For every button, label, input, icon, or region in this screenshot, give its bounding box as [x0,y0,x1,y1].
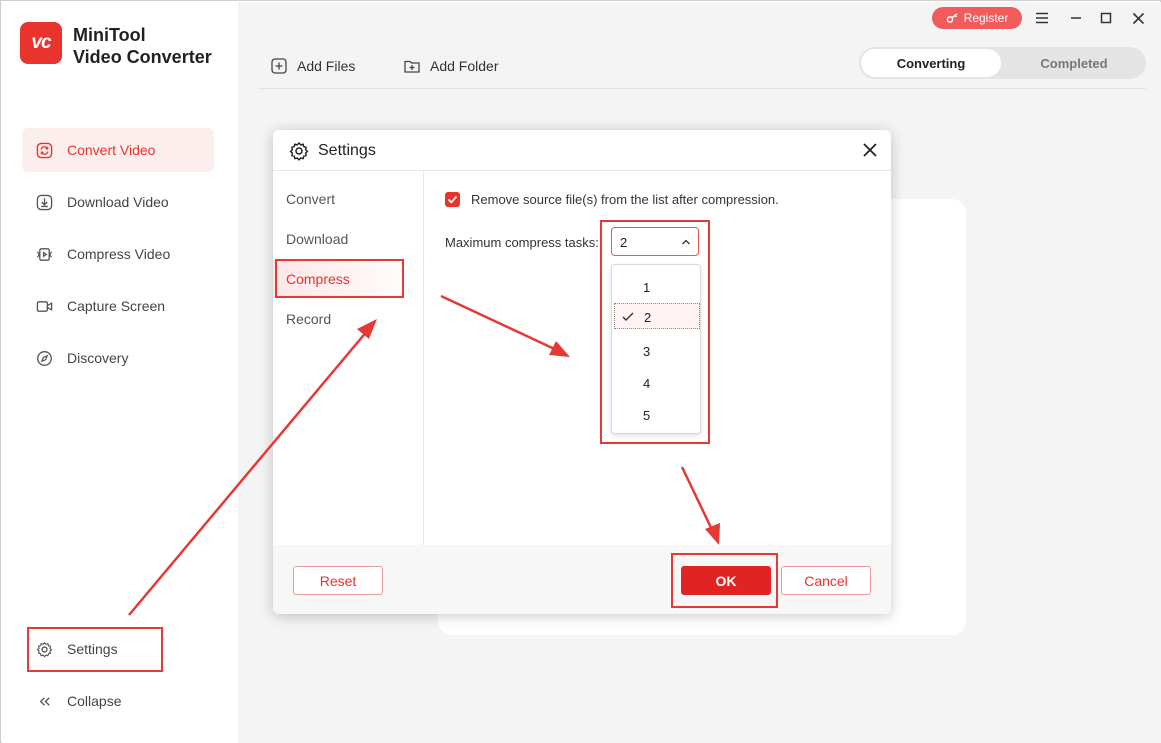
tab-converting[interactable]: Converting [861,49,1001,77]
camera-icon [35,297,53,315]
status-segmented-control: Converting Completed [859,47,1146,79]
sidebar-item-convert-video[interactable]: Convert Video [22,128,214,172]
compress-icon [35,245,53,263]
tab-completed[interactable]: Completed [1004,49,1144,77]
close-icon[interactable] [861,141,879,159]
add-folder-icon [404,58,420,74]
register-label: Register [964,11,1009,25]
dialog-header: Settings [273,130,891,171]
app-logo: vc [20,22,62,64]
download-icon [35,193,53,211]
toolbar-divider [258,88,1146,89]
sidebar-item-label: Compress Video [67,246,170,262]
add-folder-label: Add Folder [430,58,498,74]
app-name: MiniTool Video Converter [73,24,212,68]
close-window-icon[interactable] [1129,9,1147,27]
check-icon [447,194,458,205]
app-window: vc MiniTool Video Converter Convert Vide… [0,0,1161,743]
menu-icon[interactable] [1033,9,1051,27]
sidebar-item-label: Discovery [67,350,128,366]
sidebar-item-capture-screen[interactable]: Capture Screen [22,284,214,328]
tab-download[interactable]: Download [273,220,423,258]
minimize-icon[interactable] [1067,9,1085,27]
sidebar-item-collapse[interactable]: Collapse [22,679,214,723]
sidebar-item-download-video[interactable]: Download Video [22,180,214,224]
highlight-settings [27,627,163,672]
sidebar-item-label: Collapse [67,693,121,709]
gear-icon [289,141,309,161]
maximize-icon[interactable] [1097,9,1115,27]
add-files-label: Add Files [297,58,355,74]
dialog-title: Settings [318,142,376,160]
add-file-icon [271,58,287,74]
sidebar-item-label: Convert Video [67,142,155,158]
sidebar-item-compress-video[interactable]: Compress Video [22,232,214,276]
double-chevron-left-icon [35,692,53,710]
dialog-footer: Reset OK Cancel [273,545,891,614]
add-folder-button[interactable]: Add Folder [404,56,498,76]
key-icon [946,12,959,25]
tab-record[interactable]: Record [273,300,423,338]
remove-source-checkbox[interactable] [445,192,460,207]
sidebar-item-label: Download Video [67,194,169,210]
highlight-ok-button [671,553,778,608]
sidebar-item-label: Capture Screen [67,298,165,314]
register-button[interactable]: Register [932,7,1022,29]
tab-convert[interactable]: Convert [273,180,423,218]
reset-button[interactable]: Reset [293,566,383,595]
highlight-compress-tab [275,259,404,298]
max-compress-tasks-label: Maximum compress tasks: [445,235,599,250]
highlight-dropdown [600,220,710,444]
settings-dialog: Settings Convert Download Compress Recor… [273,130,891,614]
settings-tabs: Convert Download Compress Record [273,171,424,545]
compass-icon [35,349,53,367]
app-name-line1: MiniTool [73,24,212,46]
cancel-button[interactable]: Cancel [781,566,871,595]
convert-icon [35,141,53,159]
remove-source-label: Remove source file(s) from the list afte… [471,192,779,207]
sidebar-item-discovery[interactable]: Discovery [22,336,214,380]
add-files-button[interactable]: Add Files [271,56,355,76]
app-name-line2: Video Converter [73,46,212,68]
